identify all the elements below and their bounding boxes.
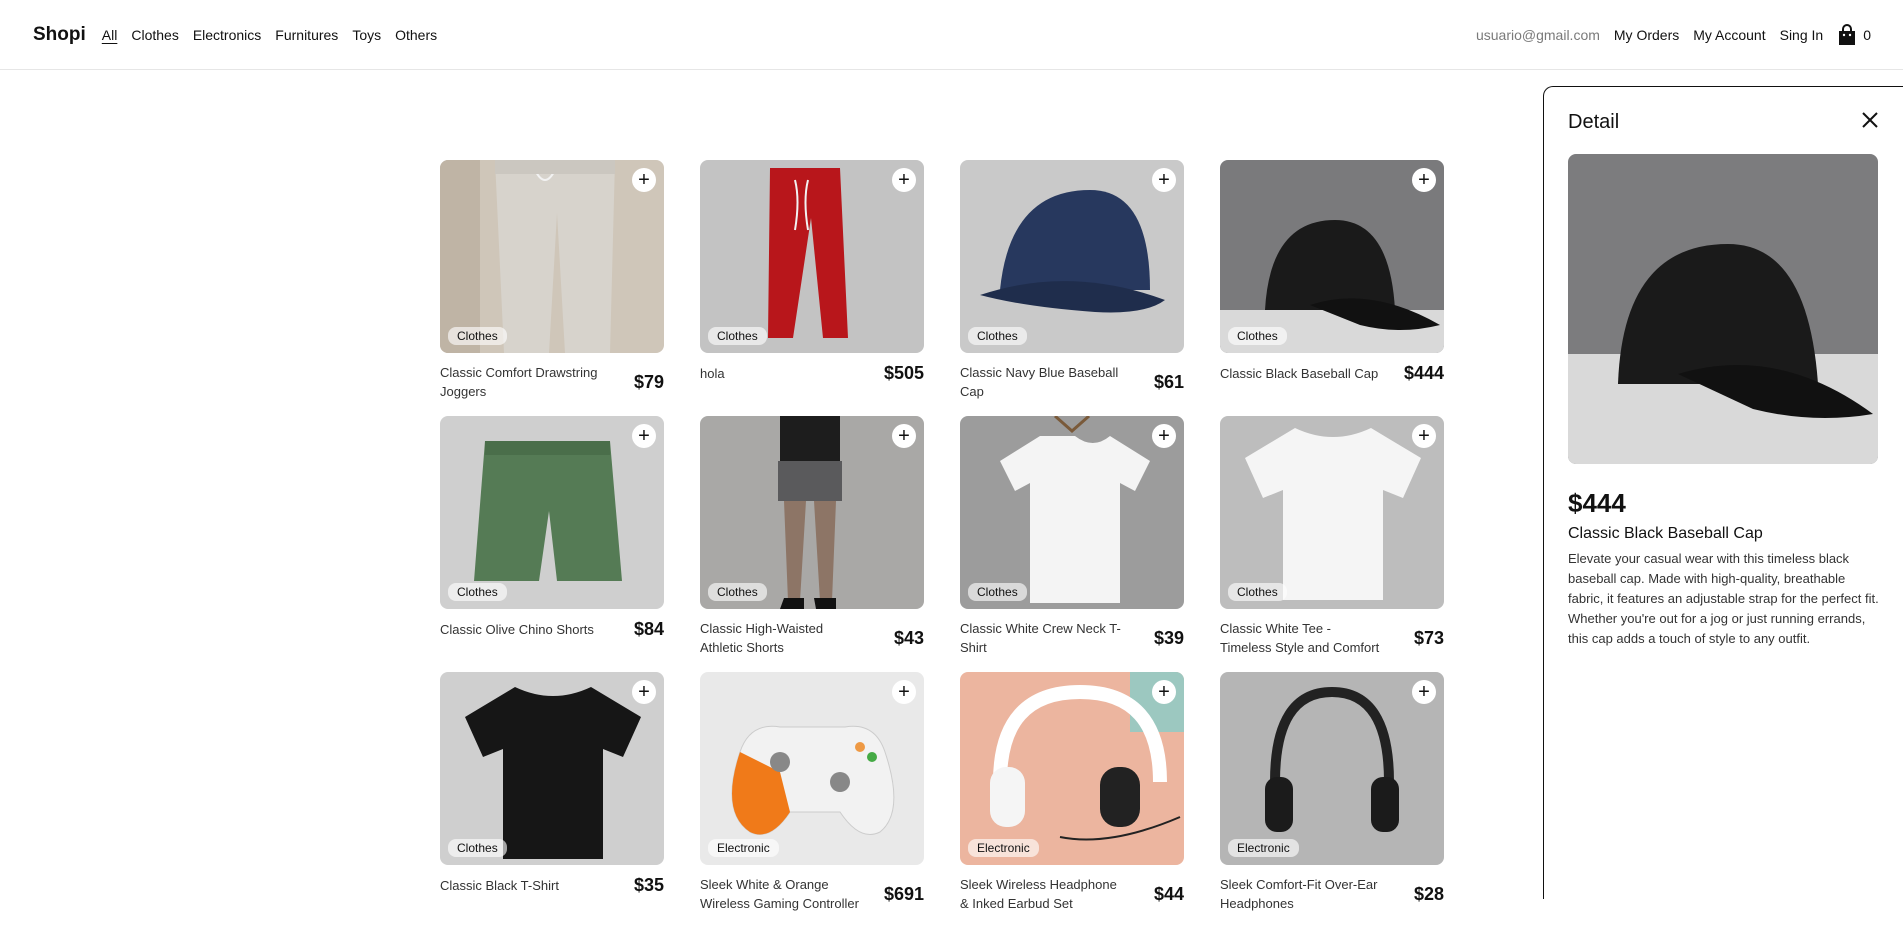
add-to-cart-button[interactable]: + bbox=[1412, 680, 1436, 704]
product-card[interactable]: Clothes + Classic White Crew Neck T-Shir… bbox=[960, 416, 1184, 672]
add-to-cart-button[interactable]: + bbox=[632, 168, 656, 192]
category-badge: Clothes bbox=[708, 583, 767, 601]
product-image[interactable]: Electronic + bbox=[700, 672, 924, 865]
product-card[interactable]: Clothes + Classic Comfort Drawstring Jog… bbox=[440, 160, 664, 416]
detail-price: $444 bbox=[1568, 488, 1626, 518]
category-badge: Clothes bbox=[968, 583, 1027, 601]
add-to-cart-button[interactable]: + bbox=[892, 424, 916, 448]
nav-link-others[interactable]: Others bbox=[395, 27, 437, 43]
detail-product-name: Classic Black Baseball Cap bbox=[1568, 525, 1763, 542]
product-price: $691 bbox=[883, 883, 924, 904]
product-image[interactable]: Clothes + bbox=[700, 416, 924, 609]
detail-product-image bbox=[1568, 154, 1878, 464]
product-name: Classic Navy Blue Baseball Cap bbox=[960, 365, 1119, 399]
product-price: $43 bbox=[893, 627, 924, 648]
product-name: Classic White Crew Neck T-Shirt bbox=[960, 621, 1121, 655]
add-to-cart-button[interactable]: + bbox=[632, 424, 656, 448]
category-badge: Clothes bbox=[1228, 327, 1287, 345]
product-price: $44 bbox=[1153, 883, 1184, 904]
category-badge: Clothes bbox=[448, 839, 507, 857]
product-image[interactable]: Clothes + bbox=[700, 160, 924, 353]
product-card[interactable]: Electronic + Sleek Wireless Headphone & … bbox=[960, 672, 1184, 928]
product-image[interactable]: Clothes + bbox=[440, 160, 664, 353]
product-image[interactable]: Electronic + bbox=[960, 672, 1184, 865]
product-card[interactable]: Clothes + Classic High-Waisted Athletic … bbox=[700, 416, 924, 672]
nav-link-all[interactable]: All bbox=[102, 27, 118, 43]
product-price: $39 bbox=[1153, 627, 1184, 648]
product-price: $35 bbox=[633, 875, 664, 895]
product-image[interactable]: Clothes + bbox=[1220, 160, 1444, 353]
category-badge: Clothes bbox=[1228, 583, 1287, 601]
add-to-cart-button[interactable]: + bbox=[632, 680, 656, 704]
product-card[interactable]: Clothes + hola $505 bbox=[700, 160, 924, 416]
product-card[interactable]: Clothes + Classic Olive Chino Shorts $84 bbox=[440, 416, 664, 672]
product-card[interactable]: Electronic + Sleek Comfort-Fit Over-Ear … bbox=[1220, 672, 1444, 928]
product-price: $61 bbox=[1153, 371, 1184, 392]
add-to-cart-button[interactable]: + bbox=[1152, 680, 1176, 704]
add-to-cart-button[interactable]: + bbox=[1412, 424, 1436, 448]
product-price: $79 bbox=[633, 371, 664, 392]
product-name: Classic Black Baseball Cap bbox=[1220, 366, 1379, 381]
product-card[interactable]: Electronic + Sleek White & Orange Wirele… bbox=[700, 672, 924, 928]
nav-right: usuario@gmail.com My Orders My Account S… bbox=[1475, 23, 1871, 46]
product-card[interactable]: Clothes + Classic White Tee - Timeless S… bbox=[1220, 416, 1444, 672]
product-price: $444 bbox=[1403, 363, 1444, 383]
category-badge: Clothes bbox=[448, 327, 507, 345]
add-to-cart-button[interactable]: + bbox=[892, 680, 916, 704]
product-price: $84 bbox=[633, 619, 664, 639]
product-image[interactable]: Clothes + bbox=[440, 672, 664, 865]
product-price: $505 bbox=[883, 363, 924, 383]
nav-link-clothes[interactable]: Clothes bbox=[131, 27, 178, 43]
product-name: Sleek Wireless Headphone & Inked Earbud … bbox=[960, 877, 1117, 911]
brand-logo[interactable]: Shopi bbox=[33, 24, 86, 46]
nav-link-electronics[interactable]: Electronics bbox=[193, 27, 261, 43]
product-name: Classic High-Waisted Athletic Shorts bbox=[700, 621, 824, 655]
product-name: Classic White Tee - Timeless Style and C… bbox=[1220, 621, 1380, 655]
add-to-cart-button[interactable]: + bbox=[1412, 168, 1436, 192]
my-orders-link[interactable]: My Orders bbox=[1614, 27, 1679, 43]
product-name: Classic Black T-Shirt bbox=[440, 878, 559, 893]
close-detail-button[interactable] bbox=[1861, 111, 1879, 134]
product-name: hola bbox=[700, 366, 725, 381]
navbar: Shopi All Clothes Electronics Furnitures… bbox=[0, 0, 1903, 70]
category-badge: Electronic bbox=[708, 839, 779, 857]
product-name: Sleek Comfort-Fit Over-Ear Headphones bbox=[1220, 877, 1378, 911]
product-card[interactable]: Clothes + Classic Black Baseball Cap $44… bbox=[1220, 160, 1444, 416]
product-name: Classic Comfort Drawstring Joggers bbox=[440, 365, 598, 399]
product-card[interactable]: Clothes + Classic Navy Blue Baseball Cap… bbox=[960, 160, 1184, 416]
add-to-cart-button[interactable]: + bbox=[1152, 168, 1176, 192]
cart-count: 0 bbox=[1863, 26, 1871, 43]
sign-in-link[interactable]: Sing In bbox=[1780, 27, 1824, 43]
product-name: Classic Olive Chino Shorts bbox=[440, 622, 594, 637]
product-image[interactable]: Clothes + bbox=[1220, 416, 1444, 609]
nav-left: Shopi All Clothes Electronics Furnitures… bbox=[33, 24, 437, 46]
product-grid: Clothes + Classic Comfort Drawstring Jog… bbox=[440, 160, 1444, 928]
my-account-link[interactable]: My Account bbox=[1693, 27, 1765, 43]
category-badge: Electronic bbox=[968, 839, 1039, 857]
product-image[interactable]: Clothes + bbox=[960, 416, 1184, 609]
detail-title: Detail bbox=[1568, 111, 1620, 133]
product-image[interactable]: Clothes + bbox=[440, 416, 664, 609]
nav-link-furnitures[interactable]: Furnitures bbox=[275, 27, 338, 43]
add-to-cart-button[interactable]: + bbox=[892, 168, 916, 192]
product-image[interactable]: Electronic + bbox=[1220, 672, 1444, 865]
product-price: $73 bbox=[1413, 627, 1444, 648]
category-badge: Clothes bbox=[968, 327, 1027, 345]
product-name: Sleek White & Orange Wireless Gaming Con… bbox=[700, 877, 859, 911]
user-email: usuario@gmail.com bbox=[1475, 26, 1600, 43]
category-badge: Clothes bbox=[708, 327, 767, 345]
shopping-bag-icon bbox=[1839, 23, 1856, 45]
close-icon bbox=[1862, 112, 1878, 128]
product-image[interactable]: Clothes + bbox=[960, 160, 1184, 353]
category-badge: Clothes bbox=[448, 583, 507, 601]
product-detail-panel: Detail $444 Classic Black Baseball Cap E… bbox=[1543, 86, 1903, 899]
category-badge: Electronic bbox=[1228, 839, 1299, 857]
cart-button[interactable]: 0 bbox=[1837, 23, 1871, 46]
product-card[interactable]: Clothes + Classic Black T-Shirt $35 bbox=[440, 672, 664, 928]
nav-link-toys[interactable]: Toys bbox=[352, 27, 381, 43]
product-price: $28 bbox=[1413, 883, 1444, 904]
detail-description: Elevate your casual wear with this timel… bbox=[1568, 551, 1879, 646]
add-to-cart-button[interactable]: + bbox=[1152, 424, 1176, 448]
